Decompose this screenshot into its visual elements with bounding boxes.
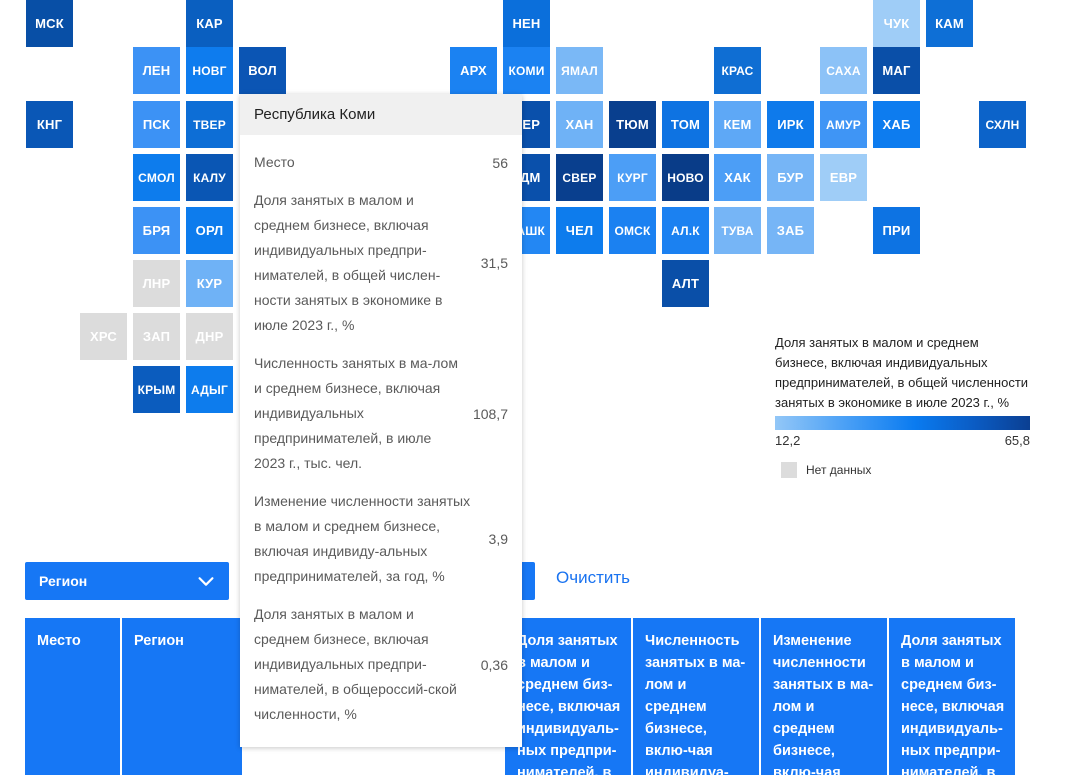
tile-cartogram: МСК КАР НЕН ЧУК КАМ ЛЕН НОВГ ВОЛ АРХ КОМИ ЯМАЛ КРАС…	[0, 0, 1075, 413]
ranking-table: МестоРегион Доля занятых в малом и средне…	[25, 618, 1030, 775]
tooltip-row-value: 31,5	[480, 255, 508, 271]
map-tile-коми[interactable]: КОМИ	[503, 47, 550, 94]
map-tile-смол[interactable]: СМОЛ	[133, 154, 180, 201]
map-tile-кем[interactable]: КЕМ	[714, 101, 761, 148]
map-tile-лнр[interactable]: ЛНР	[133, 260, 180, 307]
map-tile-адыг[interactable]: АДЫГ	[186, 366, 233, 413]
map-tile-маг[interactable]: МАГ	[873, 47, 920, 94]
map-tile-лен[interactable]: ЛЕН	[133, 47, 180, 94]
map-tile-калу[interactable]: КАЛУ	[186, 154, 233, 201]
map-tile-чук[interactable]: ЧУК	[873, 0, 920, 47]
map-tile-пск[interactable]: ПСК	[133, 101, 180, 148]
map-tile-твер[interactable]: ТВЕР	[186, 101, 233, 148]
map-tile-свер[interactable]: СВЕР	[556, 154, 603, 201]
map-tile-заб[interactable]: ЗАБ	[767, 207, 814, 254]
dashboard-root: МСК КАР НЕН ЧУК КАМ ЛЕН НОВГ ВОЛ АРХ КОМИ ЯМАЛ КРАС…	[0, 0, 1075, 775]
map-tile-арх[interactable]: АРХ	[450, 47, 497, 94]
map-tile-алт[interactable]: АЛТ	[662, 260, 709, 307]
table-column-header[interactable]: Изменение численности занятых в ма-лом и…	[761, 618, 887, 775]
map-tile-нен[interactable]: НЕН	[503, 0, 550, 47]
map-tile-алк[interactable]: АЛ.К	[662, 207, 709, 254]
map-tile-чел[interactable]: ЧЕЛ	[556, 207, 603, 254]
region-select-label: Регион	[39, 573, 88, 589]
map-tile-евр[interactable]: ЕВР	[820, 154, 867, 201]
map-tile-кург[interactable]: КУРГ	[609, 154, 656, 201]
map-tile-кар[interactable]: КАР	[186, 0, 233, 47]
table-column-header[interactable]: Место	[25, 618, 120, 775]
tooltip-row: Численность занятых в ма-лом и среднем б…	[254, 340, 508, 478]
map-tile-саха[interactable]: САХА	[820, 47, 867, 94]
tooltip-row-label: Доля занятых в малом и среднем бизнесе, …	[254, 606, 457, 722]
region-tooltip: Республика Коми Место 56 Доля занятых в ма…	[240, 94, 522, 747]
map-tile-тюм[interactable]: ТЮМ	[609, 101, 656, 148]
tooltip-body: Место 56 Доля занятых в малом и среднем би…	[240, 135, 522, 747]
tooltip-row: Доля занятых в малом и среднем бизнесе, …	[254, 177, 508, 340]
map-tile-при[interactable]: ПРИ	[873, 207, 920, 254]
map-tile-вол[interactable]: ВОЛ	[239, 47, 286, 94]
map-tile-кнг[interactable]: КНГ	[26, 101, 73, 148]
map-tile-тува[interactable]: ТУВА	[714, 207, 761, 254]
map-tile-орл[interactable]: ОРЛ	[186, 207, 233, 254]
map-tile-кур[interactable]: КУР	[186, 260, 233, 307]
map-tile-омск[interactable]: ОМСК	[609, 207, 656, 254]
map-tile-бря[interactable]: БРЯ	[133, 207, 180, 254]
tooltip-row-label: Изменение численности занятых в малом и …	[254, 493, 471, 584]
tooltip-row-value: 56	[492, 154, 508, 171]
map-tile-том[interactable]: ТОМ	[662, 101, 709, 148]
map-tile-кам[interactable]: КАМ	[926, 0, 973, 47]
legend-title: Доля занятых в малом и среднем бизнесе, …	[775, 335, 1029, 410]
legend-gradient-bar	[775, 416, 1030, 430]
legend-max-value: 65,8	[1004, 433, 1030, 448]
clear-button[interactable]: Очистить	[556, 568, 630, 588]
tooltip-row-label: Место	[254, 154, 295, 170]
legend-min-value: 12,2	[775, 433, 801, 448]
tooltip-row: Доля занятых в малом и среднем бизнесе, …	[254, 591, 508, 729]
nodata-swatch-icon	[781, 462, 797, 478]
map-tile-крым[interactable]: КРЫМ	[133, 366, 180, 413]
map-tile-хак[interactable]: ХАК	[714, 154, 761, 201]
tooltip-row-value: 108,7	[472, 405, 508, 422]
map-tile-хрс[interactable]: ХРС	[80, 313, 127, 360]
map-tile-днр[interactable]: ДНР	[186, 313, 233, 360]
tooltip-row-label: Доля занятых в малом и среднем бизнесе, …	[254, 192, 443, 333]
region-select[interactable]: Регион	[25, 562, 229, 600]
table-column-header[interactable]: Численность занятых в ма-лом и среднем б…	[633, 618, 759, 775]
tooltip-row-value: 3,9	[488, 531, 508, 547]
map-tile-крас[interactable]: КРАС	[714, 47, 761, 94]
chevron-down-icon	[195, 570, 217, 592]
tooltip-title: Республика Коми	[240, 94, 522, 135]
table-column-header[interactable]: Доля занятых в малом и среднем биз-несе,…	[505, 618, 631, 775]
map-tile-амур[interactable]: АМУР	[820, 101, 867, 148]
tooltip-row-label: Численность занятых в ма-лом и среднем б…	[254, 355, 458, 471]
tooltip-row: Изменение численности занятых в малом и …	[254, 478, 508, 591]
map-tile-хан[interactable]: ХАН	[556, 101, 603, 148]
map-tile-мск[interactable]: МСК	[26, 0, 73, 47]
map-legend: Доля занятых в малом и среднем бизнесе, …	[775, 333, 1030, 478]
legend-nodata-row: Нет данных	[775, 462, 1030, 478]
legend-scale: 12,2 65,8	[775, 433, 1030, 448]
map-tile-схлн[interactable]: СХЛН	[979, 101, 1026, 148]
map-tile-ново[interactable]: НОВО	[662, 154, 709, 201]
map-tile-зап[interactable]: ЗАП	[133, 313, 180, 360]
map-tile-бур[interactable]: БУР	[767, 154, 814, 201]
table-column-header[interactable]: Регион	[122, 618, 242, 775]
table-column-header[interactable]: Доля занятых в малом и среднем биз-несе,…	[889, 618, 1015, 775]
map-tile-новг[interactable]: НОВГ	[186, 47, 233, 94]
map-tile-ямал[interactable]: ЯМАЛ	[556, 47, 603, 94]
tooltip-row: Место 56	[254, 139, 508, 177]
map-tile-хаб[interactable]: ХАБ	[873, 101, 920, 148]
tooltip-row-value: 0,36	[480, 656, 508, 673]
map-tile-ирк[interactable]: ИРК	[767, 101, 814, 148]
legend-nodata-label: Нет данных	[806, 463, 872, 477]
